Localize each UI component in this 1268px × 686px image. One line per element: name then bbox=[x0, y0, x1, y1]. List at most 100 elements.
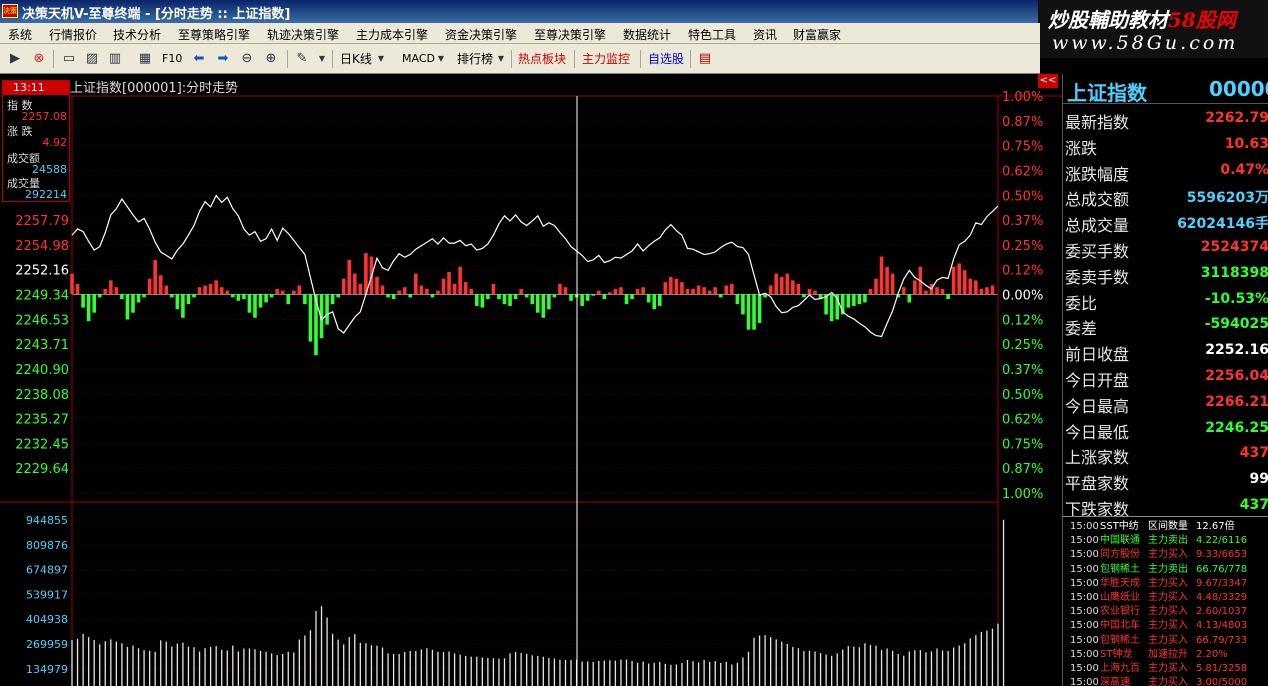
flow-bar bbox=[197, 287, 202, 294]
chevron-down-icon[interactable]: ▼ bbox=[313, 50, 331, 68]
menu-fund-engine[interactable]: 资金决策引擎 bbox=[445, 26, 517, 43]
info-index-value: 2257.08 bbox=[21, 110, 68, 123]
ticker-row[interactable]: 15:00 深高速 主力买入 3.00/5000 bbox=[1063, 676, 1268, 686]
menu-wealth[interactable]: 财富赢家 bbox=[793, 26, 841, 43]
main-force-button[interactable]: 主力监控 bbox=[578, 50, 634, 68]
ticker-row[interactable]: 15:00 包钢稀土 主力买入 66.79/733 bbox=[1063, 634, 1268, 648]
quote-row: 委买手数 2524374 bbox=[1063, 234, 1268, 261]
ticker-n: 包钢稀土 bbox=[1100, 563, 1140, 575]
ticker-v: 9.33/6653 bbox=[1196, 549, 1248, 561]
flow-bar bbox=[153, 260, 157, 294]
flow-bar bbox=[696, 285, 701, 294]
info-time: 13:11 bbox=[3, 81, 69, 95]
flow-bar bbox=[730, 283, 734, 294]
ticker-row[interactable]: 15:00 农业银行 主力买入 2.60/1037 bbox=[1063, 605, 1268, 619]
menu-strategy-engine[interactable]: 至尊策略引擎 bbox=[178, 26, 250, 43]
menu-decision-engine[interactable]: 至尊决策引擎 bbox=[534, 26, 606, 43]
flow-bar bbox=[924, 290, 928, 294]
app-window: 決策 决策天机V-至尊终端 - [分时走势 :: 上证指数] 炒股輔助教材58股… bbox=[0, 0, 1268, 686]
flow-bar bbox=[97, 294, 102, 298]
flow-bar bbox=[624, 294, 629, 305]
volume-tick-label: 539917 bbox=[26, 588, 68, 601]
ticker-n: 同方股份 bbox=[1100, 549, 1140, 561]
flow-bar bbox=[735, 294, 740, 305]
price-line bbox=[71, 194, 999, 338]
flow-bar bbox=[519, 288, 523, 294]
volume-tick-label: 269959 bbox=[26, 638, 68, 651]
menu-quotes[interactable]: 行情报价 bbox=[49, 26, 97, 43]
flow-bar bbox=[940, 288, 945, 294]
quote-label: 平盘家数 bbox=[1065, 474, 1130, 494]
ticker-row[interactable]: 15:00 包钢稀土 主力卖出 66.76/778 bbox=[1063, 563, 1268, 577]
quote-row: 今日最低 2246.25 bbox=[1063, 415, 1268, 442]
menu-tools[interactable]: 特色工具 bbox=[688, 26, 736, 43]
flow-bar bbox=[491, 283, 496, 294]
hot-sectors-button[interactable]: 热点板块 bbox=[514, 50, 570, 68]
watermark-banner: 炒股輔助教材58股网 www.58Gu.com bbox=[1038, 0, 1268, 58]
menu-track-engine[interactable]: 轨迹决策引擎 bbox=[267, 26, 339, 43]
grid-icon[interactable]: ▦ bbox=[136, 50, 154, 68]
period-select[interactable]: 日K线 bbox=[336, 50, 376, 68]
arrow-left-icon[interactable]: ⬅ bbox=[190, 50, 208, 68]
pct-tick-label: 0.87% bbox=[1002, 462, 1043, 477]
ticker-row[interactable]: 15:00 山鹰纸业 主力买入 4.48/3329 bbox=[1063, 591, 1268, 605]
ticker-a: 主力买入 bbox=[1148, 577, 1188, 589]
info-volume-value: 292214 bbox=[25, 188, 67, 201]
stop-icon[interactable]: ⊗ bbox=[30, 50, 48, 68]
line-chart-icon[interactable]: ▥ bbox=[106, 50, 124, 68]
menu-news[interactable]: 资讯 bbox=[753, 26, 777, 43]
ticker-row[interactable]: 15:00 中国北车 主力买入 4.13/4803 bbox=[1063, 619, 1268, 633]
menu-tech-analysis[interactable]: 技术分析 bbox=[113, 26, 161, 43]
ticker-a: 主力买入 bbox=[1148, 677, 1188, 686]
chart-canvas[interactable]: 2260.812257.792254.982252.162249.342246.… bbox=[0, 74, 1062, 686]
chevron-down-icon[interactable]: ▼ bbox=[432, 50, 450, 68]
menu-statistics[interactable]: 数据统计 bbox=[623, 26, 671, 43]
ticker-n: 华胜天成 bbox=[1100, 577, 1140, 589]
chevron-down-icon[interactable]: ▼ bbox=[492, 50, 510, 68]
flow-bar bbox=[779, 277, 784, 294]
quote-value: 2266.21 bbox=[1205, 393, 1268, 410]
ticker-v: 4.48/3329 bbox=[1196, 592, 1248, 603]
ticker-row[interactable]: 15:00 华胜天成 主力买入 9.67/3347 bbox=[1063, 577, 1268, 591]
book-icon[interactable]: ▤ bbox=[696, 50, 714, 68]
ticker-row[interactable]: 15:00 同方股份 主力买入 9.33/6653 bbox=[1063, 548, 1268, 562]
chart-icon[interactable]: ▨ bbox=[83, 50, 101, 68]
menu-system[interactable]: 系统 bbox=[8, 26, 32, 43]
ticker-n: 农业银行 bbox=[1100, 606, 1140, 618]
chevron-down-icon[interactable]: ▼ bbox=[372, 50, 390, 68]
draw-tool-icon[interactable]: ✎ bbox=[293, 50, 311, 68]
play-icon[interactable]: ▶ bbox=[6, 50, 24, 68]
ticker-row[interactable]: 15:00 ST钟龙 加速拉升 2.20% bbox=[1063, 648, 1268, 662]
pct-tick-label: 0.25% bbox=[1002, 338, 1043, 353]
f10-button[interactable]: F10 bbox=[158, 50, 186, 68]
arrow-right-icon[interactable]: ➡ bbox=[214, 50, 232, 68]
flow-bar bbox=[558, 283, 562, 294]
flow-bar bbox=[264, 294, 268, 303]
flow-bar bbox=[181, 294, 185, 318]
flow-bar bbox=[147, 278, 152, 294]
collapse-panel-button[interactable]: << bbox=[1038, 74, 1058, 88]
watchlist-button[interactable]: 自选股 bbox=[644, 50, 688, 68]
zoom-out-icon[interactable]: ⊖ bbox=[238, 50, 256, 68]
ticker-row[interactable]: 15:00 上海九百 主力买入 5.81/3258 bbox=[1063, 662, 1268, 676]
quote-value: 2524374 bbox=[1200, 239, 1268, 255]
ranking-button[interactable]: 排行榜 bbox=[453, 50, 497, 68]
flow-bar bbox=[752, 294, 756, 330]
flow-bars bbox=[70, 253, 995, 356]
flow-bar bbox=[208, 283, 213, 294]
window-icon[interactable]: ▭ bbox=[60, 50, 78, 68]
menu-cost-engine[interactable]: 主力成本引擎 bbox=[356, 26, 428, 43]
ticker-v: 66.79/733 bbox=[1196, 634, 1248, 646]
flow-bar bbox=[502, 294, 507, 305]
chart-title: 上证指数[000001]:分时走势 bbox=[70, 81, 239, 96]
flow-bar bbox=[253, 294, 257, 318]
flow-bar bbox=[541, 294, 546, 318]
zoom-in-icon[interactable]: ⊕ bbox=[262, 50, 280, 68]
flow-bar bbox=[408, 294, 413, 298]
flow-bar bbox=[231, 294, 235, 298]
flow-bar bbox=[463, 282, 468, 294]
ticker-row[interactable]: 15:00 中国联通 主力卖出 4.22/6116 bbox=[1063, 534, 1268, 548]
flow-bar bbox=[663, 282, 668, 294]
ticker-row[interactable]: 15:00 SST中纺 区间数量 12.67倍 bbox=[1063, 520, 1268, 534]
flow-bar bbox=[846, 294, 851, 308]
